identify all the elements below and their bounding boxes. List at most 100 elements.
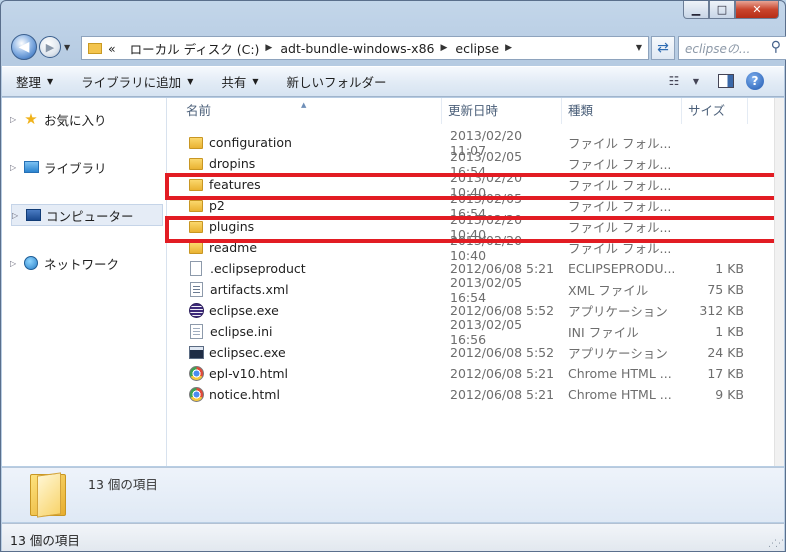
back-button[interactable]: ◀ xyxy=(11,34,37,60)
file-name: p2 xyxy=(209,198,225,213)
file-name-cell: dropins xyxy=(168,156,442,171)
forward-button[interactable]: ▶ xyxy=(39,36,61,58)
file-name: artifacts.xml xyxy=(210,282,289,297)
nav-item-label: ライブラリ xyxy=(44,160,107,176)
xml-icon xyxy=(190,282,203,297)
file-size: 312 KB xyxy=(699,303,744,318)
expand-arrow-icon[interactable]: ▷ xyxy=(10,259,22,268)
folder-icon xyxy=(189,136,203,149)
close-button[interactable]: ✕ xyxy=(735,1,779,19)
refresh-button[interactable]: ⇄ xyxy=(651,36,675,60)
nav-item-computer[interactable]: ▷ コンピューター xyxy=(11,204,163,226)
organize-menu[interactable]: 整理 ▼ xyxy=(16,72,53,91)
file-date: 2012/06/08 5:21 xyxy=(450,387,555,402)
breadcrumb-item[interactable]: ローカル ディスク (C:) ▶ xyxy=(130,39,281,58)
resize-grip-icon[interactable]: ⋰⋰ xyxy=(768,539,784,549)
help-icon[interactable]: ? xyxy=(746,72,764,90)
file-date: 2012/06/08 5:52 xyxy=(450,345,555,360)
nav-item-network[interactable]: ▷ ネットワーク xyxy=(10,252,119,274)
folder-icon xyxy=(189,157,203,170)
chevron-down-icon: ▼ xyxy=(252,77,259,86)
network-icon xyxy=(22,255,40,271)
address-bar[interactable]: « ローカル ディスク (C:) ▶ adt-bundle-windows-x86… xyxy=(81,36,649,60)
file-row[interactable]: notice.html 2012/06/08 5:21 Chrome HTML ..… xyxy=(168,384,774,405)
content-area: ▷ ★ お気に入り ▷ ライブラリ ▷ コンピューター ▷ ネットワーク ▲ 名… xyxy=(2,98,784,466)
chevron-right-icon[interactable]: ▶ xyxy=(505,43,512,53)
column-header-size[interactable]: サイズ xyxy=(682,98,748,124)
file-name: configuration xyxy=(209,135,292,150)
nav-item-favorites[interactable]: ▷ ★ お気に入り xyxy=(10,108,107,130)
file-type: アプリケーション xyxy=(568,346,668,361)
command-bar: 整理 ▼ ライブラリに追加 ▼ 共有 ▼ 新しいフォルダー ☷ ▼ ? xyxy=(2,66,784,97)
file-name: epl-v10.html xyxy=(209,366,289,381)
file-name-cell: eclipse.ini xyxy=(168,324,442,339)
file-type: ファイル フォル... xyxy=(568,157,672,172)
console-icon xyxy=(189,346,204,359)
file-row[interactable]: eclipsec.exe 2012/06/08 5:52 アプリケーション 24 KB xyxy=(168,342,774,363)
file-size: 1 KB xyxy=(715,324,744,339)
chevron-down-icon: ▼ xyxy=(47,77,54,86)
view-options-icon[interactable]: ☷ xyxy=(664,72,684,90)
expand-arrow-icon[interactable]: ▷ xyxy=(12,211,24,220)
breadcrumb-item[interactable]: adt-bundle-windows-x86 ▶ xyxy=(280,41,455,56)
expand-arrow-icon[interactable]: ▷ xyxy=(10,115,22,124)
file-row[interactable]: eclipse.ini 2013/02/05 16:56 INI ファイル 1 KB xyxy=(168,317,774,347)
folder-icon xyxy=(189,241,203,254)
file-row[interactable]: artifacts.xml 2013/02/05 16:54 XML ファイル 75 … xyxy=(168,275,774,305)
search-input[interactable]: eclipseの... ⚲ xyxy=(678,36,786,60)
maximize-button[interactable]: □ xyxy=(709,1,735,19)
file-size: 9 KB xyxy=(715,387,744,402)
chevron-right-icon[interactable]: ▶ xyxy=(441,43,448,53)
file-name: dropins xyxy=(209,156,256,171)
file-name: eclipse.ini xyxy=(210,324,273,339)
recent-pages-dropdown-icon[interactable]: ▼ xyxy=(64,43,70,52)
file-type: Chrome HTML ... xyxy=(568,387,672,402)
preview-pane-icon xyxy=(718,74,734,88)
computer-icon xyxy=(24,207,42,223)
breadcrumb-item[interactable]: eclipse ▶ xyxy=(455,41,520,56)
minimize-button[interactable]: ▁ xyxy=(683,1,709,19)
add-to-library-menu[interactable]: ライブラリに追加 ▼ xyxy=(81,72,193,91)
file-name-cell: configuration xyxy=(168,135,442,150)
file-list: ▲ 名前 更新日時 種類 サイズ configuration 2013/02/20… xyxy=(165,98,778,466)
share-menu[interactable]: 共有 ▼ xyxy=(221,72,258,91)
caption-buttons: ▁ □ ✕ xyxy=(683,1,779,19)
nav-item-libraries[interactable]: ▷ ライブラリ xyxy=(10,156,107,178)
breadcrumb-overflow[interactable]: « xyxy=(108,41,130,56)
file-name-cell: eclipsec.exe xyxy=(168,345,442,360)
explorer-window: ▁ □ ✕ ◀ ▶ ▼ « ローカル ディスク (C:) ▶ adt-bundle… xyxy=(0,0,786,552)
nav-item-label: ネットワーク xyxy=(44,256,120,272)
column-header-date[interactable]: 更新日時 xyxy=(442,98,562,124)
file-size: 17 KB xyxy=(707,366,744,381)
ini-icon xyxy=(190,324,203,339)
expand-arrow-icon[interactable]: ▷ xyxy=(10,163,22,172)
file-name-cell: notice.html xyxy=(168,387,442,402)
file-name-cell: epl-v10.html xyxy=(168,366,442,381)
navigation-pane: ▷ ★ お気に入り ▷ ライブラリ ▷ コンピューター ▷ ネットワーク xyxy=(2,98,167,466)
file-name-cell: eclipse.exe xyxy=(168,303,442,318)
search-icon[interactable]: ⚲ xyxy=(771,39,781,55)
folder-large-icon xyxy=(30,474,66,516)
view-dropdown-icon[interactable]: ▼ xyxy=(686,72,706,90)
chrome-icon xyxy=(189,387,204,402)
file-row[interactable]: epl-v10.html 2012/06/08 5:21 Chrome HTML .… xyxy=(168,363,774,384)
file-name: notice.html xyxy=(209,387,280,402)
toolbar-right: ☷ ▼ ? xyxy=(654,72,764,90)
file-date: 2012/06/08 5:21 xyxy=(450,366,555,381)
address-dropdown-icon[interactable]: ▼ xyxy=(636,43,642,52)
file-size: 24 KB xyxy=(707,345,744,360)
sort-ascending-icon: ▲ xyxy=(301,101,307,109)
vertical-scrollbar[interactable] xyxy=(774,98,784,466)
file-name: eclipse.exe xyxy=(209,303,279,318)
column-header-type[interactable]: 種類 xyxy=(562,98,682,124)
new-folder-button[interactable]: 新しいフォルダー xyxy=(287,72,387,91)
file-type: アプリケーション xyxy=(568,304,668,319)
details-pane: 13 個の項目 xyxy=(2,467,784,522)
column-header-name[interactable]: ▲ 名前 xyxy=(168,98,442,124)
chevron-right-icon[interactable]: ▶ xyxy=(265,43,272,53)
folder-icon xyxy=(88,42,102,54)
doc-icon xyxy=(190,261,202,276)
preview-pane-button[interactable] xyxy=(716,72,736,90)
status-bar: 13 個の項目 ⋰⋰ xyxy=(2,523,784,551)
file-type: ECLIPSEPRODU... xyxy=(568,261,676,276)
